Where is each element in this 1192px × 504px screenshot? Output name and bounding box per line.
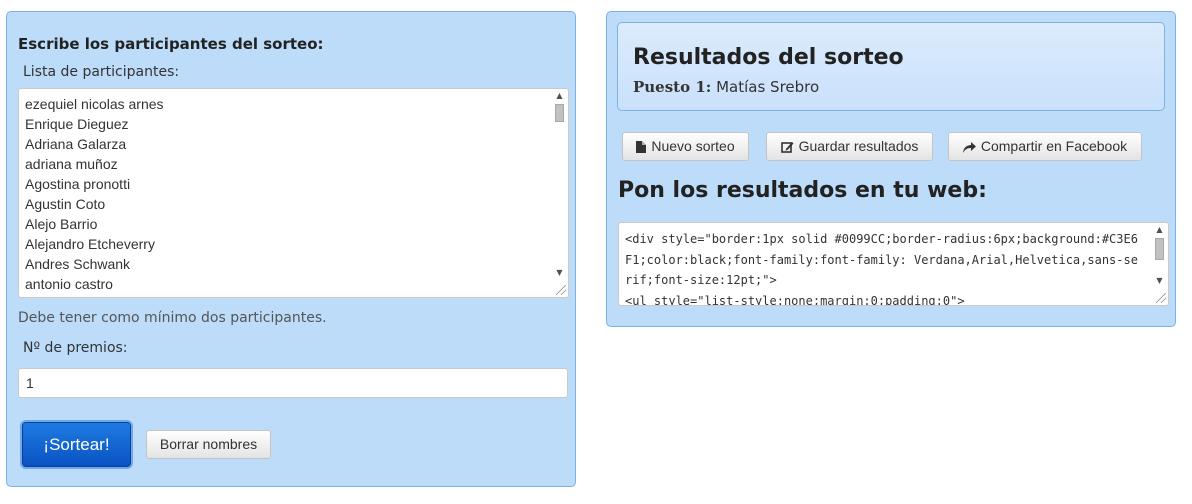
save-results-button[interactable]: Guardar resultados [766,132,933,161]
results-panel: Resultados del sorteo Puesto 1: Matías S… [606,11,1176,327]
clear-names-button[interactable]: Borrar nombres [146,430,271,459]
participants-panel: Escribe los participantes del sorteo: Li… [6,11,576,487]
embed-title: Pon los resultados en tu web: [618,178,987,203]
participant-line: Adriana Galarza [25,136,127,152]
save-results-label: Guardar resultados [798,138,919,154]
results-title: Resultados del sorteo [633,45,904,70]
embed-code: <div style="border:1px solid #0099CC;bor… [625,232,1138,306]
scrollbar-thumb[interactable] [1155,238,1164,260]
prizes-input[interactable]: 1 [18,368,568,398]
participant-line: antonio castro [25,276,113,292]
embed-code-textarea[interactable]: <div style="border:1px solid #0099CC;bor… [618,222,1169,306]
scroll-down-arrow-icon[interactable]: ▼ [552,267,567,279]
share-facebook-label: Compartir en Facebook [980,138,1128,154]
resize-grip-icon[interactable] [556,285,566,295]
scroll-up-arrow-icon[interactable]: ▲ [552,90,567,102]
participant-line: ezequiel nicolas arnes [25,96,164,112]
new-draw-label: Nuevo sorteo [651,138,735,154]
edit-icon [780,141,794,153]
result-line: Puesto 1: Matías Srebro [633,78,819,96]
participants-heading: Escribe los participantes del sorteo: [18,35,324,53]
scroll-up-arrow-icon[interactable]: ▲ [1152,224,1167,236]
prizes-label: Nº de premios: [23,340,128,356]
scroll-down-arrow-icon[interactable]: ▼ [1152,275,1167,287]
new-draw-button[interactable]: Nuevo sorteo [622,132,749,161]
scrollbar-thumb[interactable] [555,104,564,122]
participant-line: Agostina pronotti [25,176,131,192]
participant-line: Alejandro Etcheverry [25,236,155,252]
embed-code-scrollbar[interactable]: ▲ ▼ [1152,224,1167,287]
participants-list-label: Lista de participantes: [23,64,180,80]
participants-list: ezequiel nicolas arnes Enrique Dieguez A… [25,94,164,294]
min-participants-hint: Debe tener como mínimo dos participantes… [18,310,327,326]
result-position-label: Puesto 1: [633,78,712,96]
participants-textarea[interactable]: ezequiel nicolas arnes Enrique Dieguez A… [18,88,569,298]
file-icon [636,141,647,154]
results-box: Resultados del sorteo Puesto 1: Matías S… [617,22,1165,111]
share-arrow-icon [962,141,976,153]
participant-line: Enrique Dieguez [25,116,129,132]
participants-scrollbar[interactable]: ▲ ▼ [552,90,567,279]
draw-button[interactable]: ¡Sortear! [22,422,131,467]
share-facebook-button[interactable]: Compartir en Facebook [948,132,1142,161]
result-winner: Matías Srebro [716,78,820,96]
participant-line: Agustin Coto [25,196,106,212]
resize-grip-icon[interactable] [1156,293,1166,303]
participant-line: adriana muñoz [25,156,118,172]
participant-line: Alejo Barrio [25,216,98,232]
participant-line: Andres Schwank [25,256,131,272]
